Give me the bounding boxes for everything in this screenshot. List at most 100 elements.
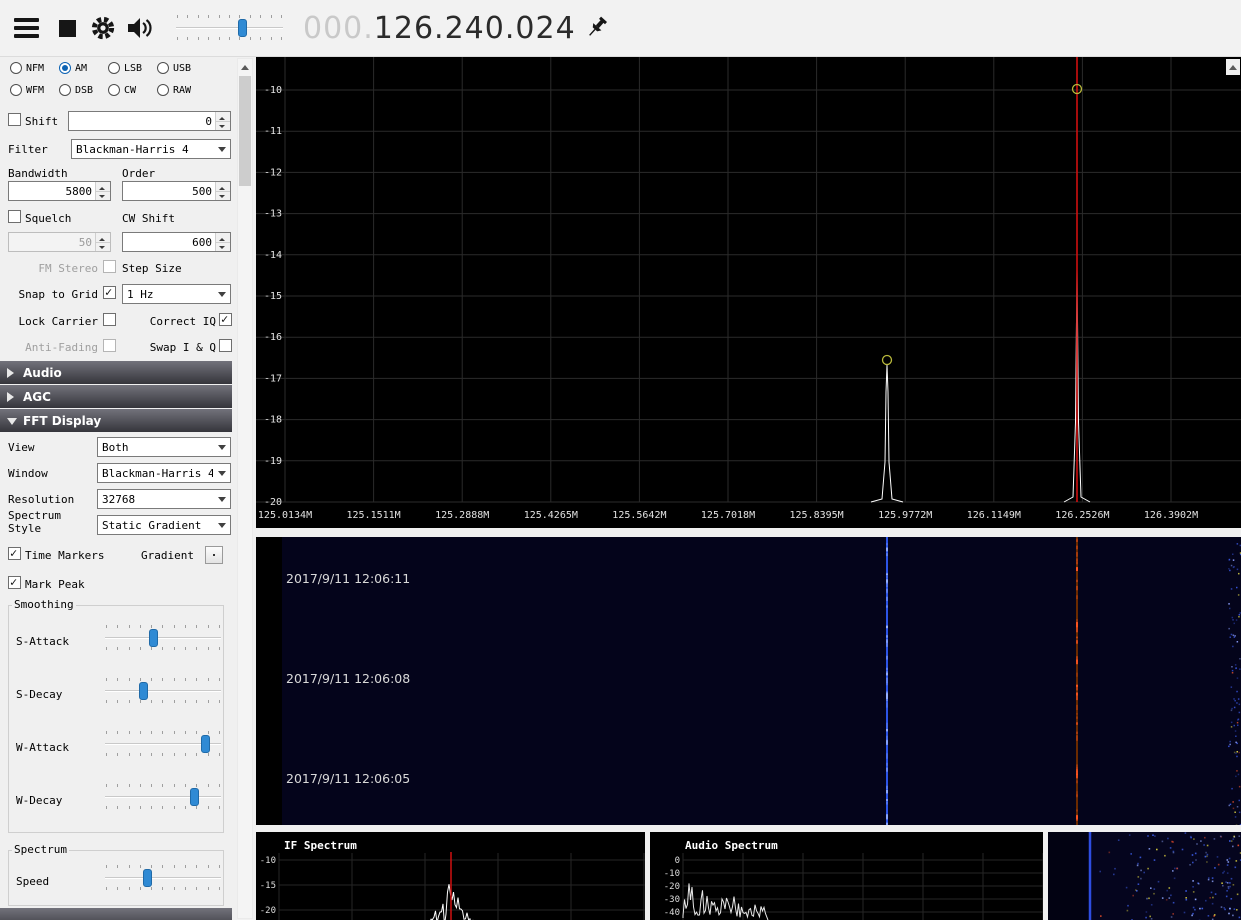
slider-thumb[interactable] xyxy=(139,682,149,700)
aux-speckle xyxy=(1237,844,1240,847)
spectrum-panel[interactable]: -10 -11 -12 -13 -14 -15 -16 -17 -18 -19 -20 125.013… xyxy=(256,57,1241,528)
shift-checkbox[interactable] xyxy=(8,113,21,126)
aux-speckle xyxy=(1153,859,1156,861)
menu-icon[interactable] xyxy=(14,18,39,38)
if-spectrum-panel[interactable]: -10 -15 -20 IF Spectrum xyxy=(256,832,645,920)
waterfall-speckle xyxy=(1233,751,1236,754)
agc-section-header[interactable]: AGC xyxy=(0,385,232,408)
cw-shift-input[interactable]: 600 xyxy=(122,232,231,252)
w-decay-slider[interactable] xyxy=(101,784,225,810)
audio-section-header[interactable]: Audio xyxy=(0,361,232,384)
slider-thumb[interactable] xyxy=(149,629,159,647)
squelch-checkbox[interactable] xyxy=(8,210,21,223)
spinner-up-button[interactable] xyxy=(216,182,230,191)
time-markers-checkbox[interactable] xyxy=(8,546,21,560)
waterfall-speckle xyxy=(1234,811,1236,813)
sidebar-scrollbar[interactable] xyxy=(237,58,253,919)
slider-thumb[interactable] xyxy=(201,735,211,753)
correct-iq-checkbox[interactable] xyxy=(219,312,232,326)
slider-track[interactable] xyxy=(173,19,286,37)
lock-carrier-checkbox[interactable] xyxy=(103,313,116,326)
frequency-value[interactable]: 126.240.024 xyxy=(374,11,576,46)
window-combobox[interactable]: Blackman-Harris 4 xyxy=(97,463,231,483)
mode-cw[interactable]: CW xyxy=(108,84,157,96)
mode-raw[interactable]: RAW xyxy=(157,84,206,96)
resolution-combobox[interactable]: 32768 xyxy=(97,489,231,509)
mode-lsb[interactable]: LSB xyxy=(108,62,157,74)
w-attack-slider[interactable] xyxy=(101,731,225,757)
pin-button[interactable] xyxy=(586,15,610,41)
mode-dsb[interactable]: DSB xyxy=(59,84,108,96)
mode-nfm[interactable]: NFM xyxy=(10,62,59,74)
mode-usb[interactable]: USB xyxy=(157,62,206,74)
squelch-input[interactable]: 50 xyxy=(8,232,111,252)
spinner-down-button[interactable] xyxy=(96,190,110,200)
if-spectrum-display: -10 -15 -20 IF Spectrum xyxy=(256,832,645,920)
gradient-button[interactable] xyxy=(205,546,223,564)
waterfall-speckle xyxy=(1237,698,1240,700)
filter-combobox[interactable]: Blackman-Harris 4 xyxy=(71,139,231,159)
slider-track[interactable] xyxy=(102,869,224,887)
fft-display-section-header[interactable]: FFT Display xyxy=(0,409,232,432)
spinner-up-button[interactable] xyxy=(216,233,230,242)
s-attack-label: S-Attack xyxy=(16,635,69,648)
scroll-up-arrow[interactable] xyxy=(238,59,252,75)
slider-track[interactable] xyxy=(102,629,224,647)
slider-track[interactable] xyxy=(102,788,224,806)
spinner-up-button[interactable] xyxy=(96,182,110,191)
anti-fading-checkbox[interactable] xyxy=(103,339,116,352)
s-decay-slider[interactable] xyxy=(101,678,225,704)
spinner-down-button[interactable] xyxy=(96,241,110,251)
mode-label: LSB xyxy=(124,62,143,74)
slider-thumb[interactable] xyxy=(238,19,248,37)
settings-button[interactable] xyxy=(90,15,116,41)
slider-track[interactable] xyxy=(102,735,224,753)
spinner-down-button[interactable] xyxy=(216,241,230,251)
spectrum-display[interactable]: -10 -11 -12 -13 -14 -15 -16 -17 -18 -19 -20 125.013… xyxy=(256,57,1241,528)
step-size-combobox[interactable]: 1 Hz xyxy=(122,284,231,304)
waterfall-speckle xyxy=(1235,752,1237,755)
mode-am[interactable]: AM xyxy=(59,62,108,74)
resolution-value: 32768 xyxy=(102,492,136,506)
spectrum-style-combobox[interactable]: Static Gradient xyxy=(97,515,231,535)
fm-stereo-checkbox[interactable] xyxy=(103,260,116,273)
stop-button[interactable] xyxy=(59,19,76,37)
volume-slider[interactable] xyxy=(172,15,287,41)
partial-section-header[interactable] xyxy=(0,908,232,920)
spinner-down-button[interactable] xyxy=(216,120,230,130)
aux-waterfall-panel[interactable] xyxy=(1048,832,1241,920)
aux-speckle xyxy=(1227,861,1230,863)
audio-spectrum-panel[interactable]: 0 -10 -20 -30 -40 Audio Spectrum xyxy=(650,832,1043,920)
speed-slider[interactable] xyxy=(101,865,225,891)
swap-iq-checkbox[interactable] xyxy=(219,339,232,352)
scrollbar-thumb[interactable] xyxy=(239,76,251,186)
spinner-up-button[interactable] xyxy=(216,112,230,121)
waterfall-speckle xyxy=(1238,811,1241,814)
slider-thumb[interactable] xyxy=(190,788,200,806)
shift-input[interactable]: 0 xyxy=(68,111,231,131)
aux-speckle xyxy=(1206,861,1208,863)
spinner-up-button[interactable] xyxy=(96,233,110,242)
snap-to-grid-label: Snap to Grid xyxy=(18,288,98,301)
peak-marker xyxy=(881,354,893,366)
snap-to-grid-checkbox[interactable] xyxy=(103,285,116,299)
frequency-display[interactable]: 000. 126.240.024 xyxy=(303,11,576,46)
view-combobox[interactable]: Both xyxy=(97,437,231,457)
spectrum-scroll-up-arrow[interactable] xyxy=(1226,59,1240,75)
slider-thumb[interactable] xyxy=(142,869,152,887)
speaker-icon xyxy=(128,18,152,38)
mark-peak-checkbox[interactable] xyxy=(8,575,21,589)
collapsed-arrow-icon xyxy=(7,391,19,402)
spectrum-y-tick-label: -16 xyxy=(264,332,282,343)
spinner-down-button[interactable] xyxy=(216,190,230,200)
aux-speckle xyxy=(1207,915,1210,917)
waterfall-panel[interactable]: 2017/9/11 12:06:11 2017/9/11 12:06:08 2017… xyxy=(256,537,1241,825)
slider-track[interactable] xyxy=(102,682,224,700)
audio-mute-button[interactable] xyxy=(126,16,154,40)
waterfall-display[interactable]: 2017/9/11 12:06:11 2017/9/11 12:06:08 2017… xyxy=(256,537,1241,825)
aux-speckle xyxy=(1148,897,1150,900)
bandwidth-input[interactable]: 5800 xyxy=(8,181,111,201)
s-attack-slider[interactable] xyxy=(101,625,225,651)
mode-wfm[interactable]: WFM xyxy=(10,84,59,96)
order-input[interactable]: 500 xyxy=(122,181,231,201)
